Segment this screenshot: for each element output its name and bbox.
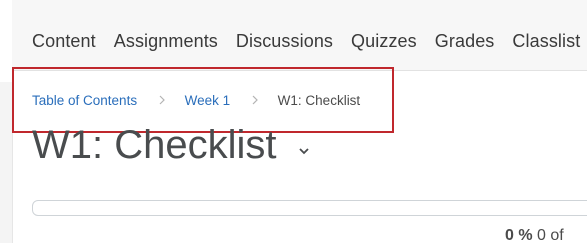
progress-status: 0 % 0 of [505, 227, 564, 243]
breadcrumb-week-1[interactable]: Week 1 [185, 93, 231, 108]
app-frame: Content Assignments Discussions Quizzes Grad… [0, 0, 587, 243]
chevron-right-icon [159, 93, 165, 108]
breadcrumb: Table of Contents Week 1 W1: Checklist [32, 93, 360, 108]
nav-item-classlist[interactable]: Classlist [512, 31, 580, 52]
nav-item-grades[interactable]: Grades [435, 31, 495, 52]
nav-item-content[interactable]: Content [32, 31, 96, 52]
page-title: W1: Checklist [32, 123, 277, 167]
progress-percent: 0 % [505, 227, 533, 243]
nav-item-discussions[interactable]: Discussions [236, 31, 333, 52]
chevron-right-icon [252, 93, 258, 108]
progress-bar [32, 200, 587, 216]
breadcrumb-current-page: W1: Checklist [277, 93, 361, 108]
nav-item-assignments[interactable]: Assignments [114, 31, 218, 52]
nav-menu: Content Assignments Discussions Quizzes Grad… [32, 31, 587, 52]
breadcrumb-table-of-contents[interactable]: Table of Contents [32, 93, 137, 108]
chevron-down-icon[interactable] [299, 142, 309, 155]
nav-item-quizzes[interactable]: Quizzes [351, 31, 417, 52]
progress-count: 0 of [537, 227, 564, 243]
